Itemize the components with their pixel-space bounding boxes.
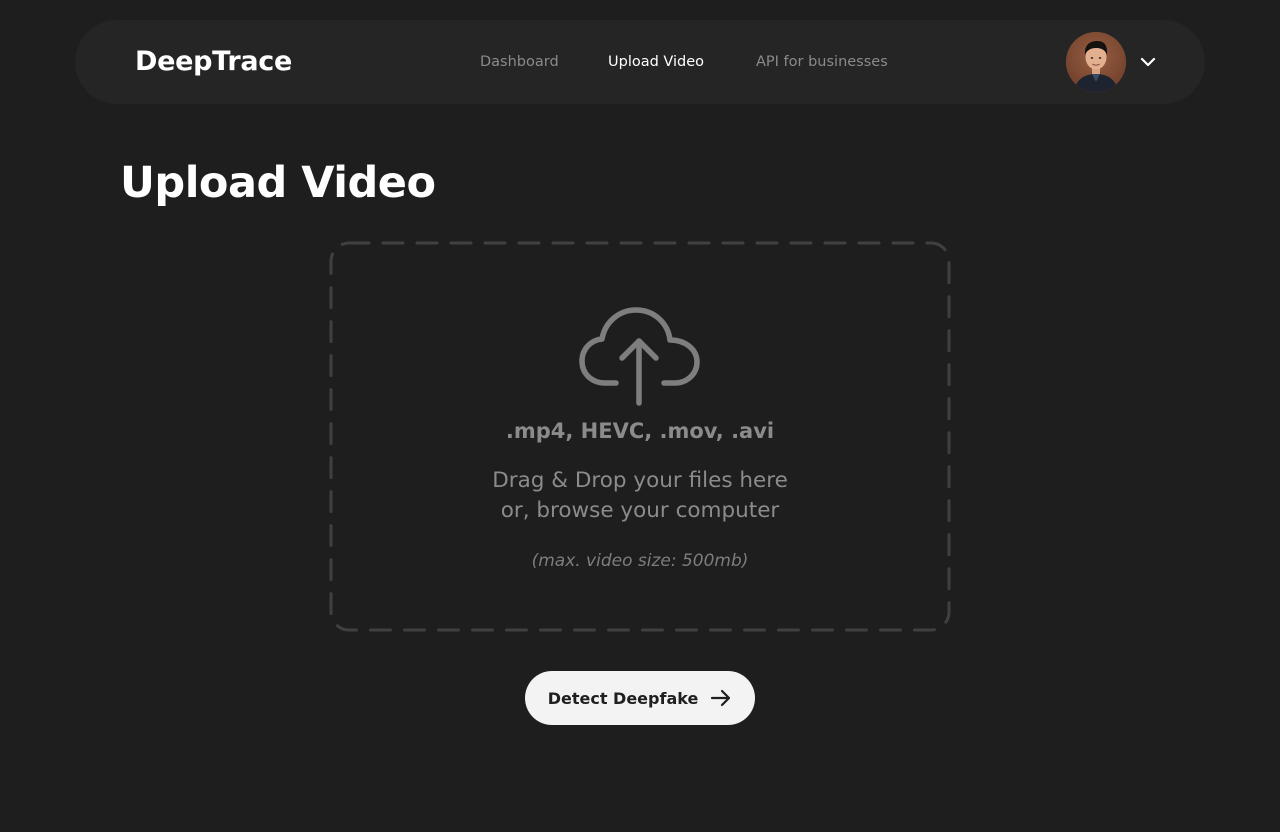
detect-deepfake-label: Detect Deepfake <box>547 688 699 708</box>
drag-drop-instruction: Drag & Drop your files here <box>492 468 788 493</box>
chevron-down-icon[interactable] <box>1139 51 1157 73</box>
app-logo[interactable]: DeepTrace <box>135 20 292 104</box>
upload-dropzone[interactable]: .mp4, HEVC, .mov, .avi Drag & Drop your … <box>329 241 951 632</box>
nav-link-dashboard[interactable]: Dashboard <box>480 20 559 104</box>
nav-link-api-for-businesses[interactable]: API for businesses <box>756 20 888 104</box>
arrow-right-icon <box>711 689 731 707</box>
nav-link-upload-video[interactable]: Upload Video <box>608 20 704 104</box>
cloud-upload-icon <box>579 307 700 406</box>
max-size-note: (max. video size: 500mb) <box>531 551 749 571</box>
detect-deepfake-button[interactable]: Detect Deepfake <box>525 671 755 725</box>
top-navbar: DeepTrace Dashboard Upload Video API for… <box>75 20 1205 104</box>
user-avatar[interactable] <box>1066 32 1126 92</box>
supported-formats: .mp4, HEVC, .mov, .avi <box>505 419 775 443</box>
browse-instruction[interactable]: or, browse your computer <box>329 498 951 523</box>
page-title: Upload Video <box>120 158 436 208</box>
